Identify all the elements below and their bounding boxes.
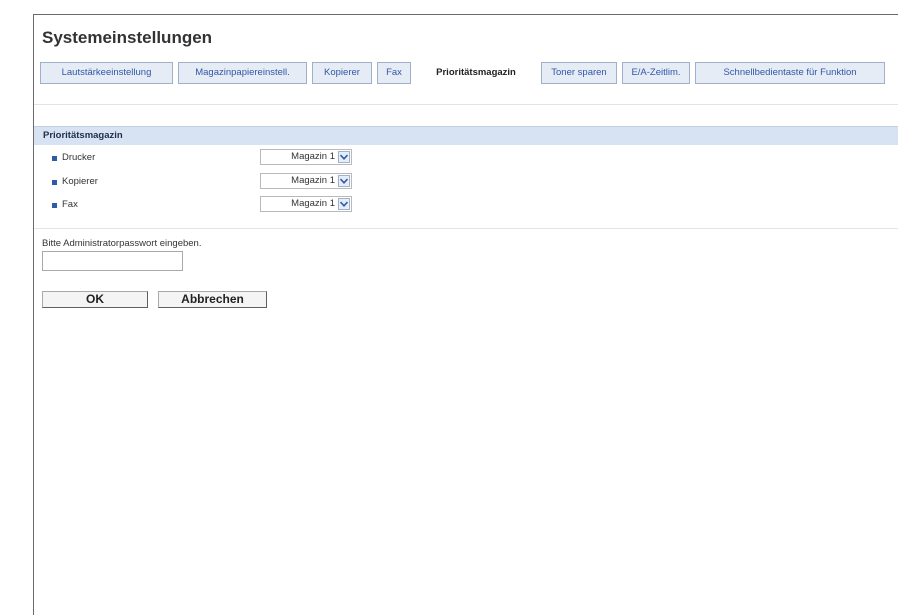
settings-panel: Systemeinstellungen Lautstärkeeinstellun… — [33, 14, 898, 615]
admin-password-label: Bitte Administratorpasswort eingeben. — [42, 238, 202, 249]
section-header: Prioritätsmagazin — [34, 126, 898, 145]
ok-button[interactable]: OK — [42, 291, 148, 308]
kopierer-select[interactable]: Magazin 1 — [260, 173, 352, 189]
square-bullet-icon — [52, 203, 57, 208]
page-title: Systemeinstellungen — [42, 28, 213, 47]
cancel-button[interactable]: Abbrechen — [158, 291, 267, 308]
square-bullet-icon — [52, 156, 57, 161]
chevron-down-icon[interactable] — [338, 198, 350, 210]
tab-kopierer[interactable]: Kopierer — [312, 62, 372, 84]
admin-password-field[interactable] — [42, 251, 183, 271]
setting-row-drucker: Drucker Magazin 1 — [52, 149, 452, 170]
tab-magazinpapiereinstell[interactable]: Magazinpapiereinstell. — [178, 62, 307, 84]
cropped-text-fragment — [10, 0, 20, 8]
chevron-down-icon[interactable] — [338, 175, 350, 187]
tab-toner-sparen[interactable]: Toner sparen — [541, 62, 617, 84]
tab-fax[interactable]: Fax — [377, 62, 411, 84]
fax-select-value: Magazin 1 — [291, 198, 335, 209]
cropped-background-text — [0, 0, 898, 8]
setting-label-kopierer: Kopierer — [62, 176, 98, 187]
tab-divider — [34, 104, 898, 105]
setting-label-fax: Fax — [62, 199, 78, 210]
setting-row-kopierer: Kopierer Magazin 1 — [52, 173, 452, 194]
tab-lautstaerkeeinstellung[interactable]: Lautstärkeeinstellung — [40, 62, 173, 84]
fax-select[interactable]: Magazin 1 — [260, 196, 352, 212]
setting-label-drucker: Drucker — [62, 152, 96, 163]
setting-row-fax: Fax Magazin 1 — [52, 196, 452, 217]
drucker-select-value: Magazin 1 — [291, 151, 335, 162]
section-divider — [34, 228, 898, 229]
tab-ea-zeitlim[interactable]: E/A-Zeitlim. — [622, 62, 690, 84]
chevron-down-icon[interactable] — [338, 151, 350, 163]
section-title: Prioritätsmagazin — [43, 130, 123, 141]
tab-schnellbedientaste[interactable]: Schnellbedientaste für Funktion — [695, 62, 885, 84]
tab-prioritaetsmagazin[interactable]: Prioritätsmagazin — [416, 62, 536, 84]
drucker-select[interactable]: Magazin 1 — [260, 149, 352, 165]
kopierer-select-value: Magazin 1 — [291, 175, 335, 186]
square-bullet-icon — [52, 180, 57, 185]
